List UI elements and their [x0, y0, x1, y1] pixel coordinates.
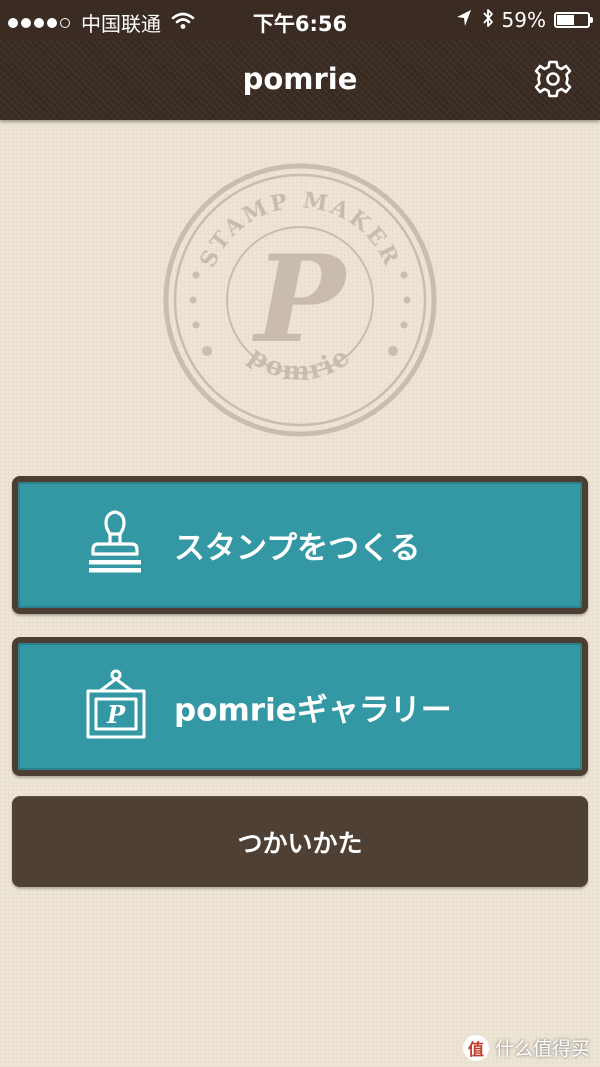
picture-frame-icon: P	[84, 669, 148, 745]
stamp-icon	[84, 508, 146, 582]
battery-fill	[557, 15, 574, 25]
status-right: 59%	[456, 8, 593, 32]
how-to-use-label: つかいかた	[237, 828, 363, 858]
battery-icon	[554, 12, 593, 28]
bluetooth-icon	[482, 8, 494, 32]
page-title: pomrie	[242, 62, 358, 96]
create-stamp-button[interactable]: スタンプをつくる	[12, 476, 588, 614]
create-stamp-label: スタンプをつくる	[174, 530, 421, 567]
settings-button[interactable]	[532, 58, 574, 100]
logo-letter: P	[252, 229, 349, 370]
location-arrow-icon	[456, 9, 472, 31]
battery-percent: 59%	[501, 8, 546, 32]
gallery-label: pomrieギャラリー	[174, 692, 452, 728]
stamp-maker-logo: STAMP MAKER pomrie P	[163, 163, 437, 437]
pomrie-gallery-button[interactable]: P pomrieギャラリー	[12, 637, 588, 776]
how-to-use-button[interactable]: つかいかた	[12, 796, 588, 887]
nav-bar: pomrie	[0, 40, 600, 120]
watermark-logo: 值	[462, 1034, 489, 1061]
watermark-text: 什么值得买	[494, 1038, 590, 1060]
watermark: 值 什么值得买	[462, 1034, 590, 1061]
gear-icon	[534, 60, 572, 98]
svg-text:P: P	[106, 700, 126, 729]
status-bar: 中国联通 下午6:56 59%	[0, 0, 600, 40]
